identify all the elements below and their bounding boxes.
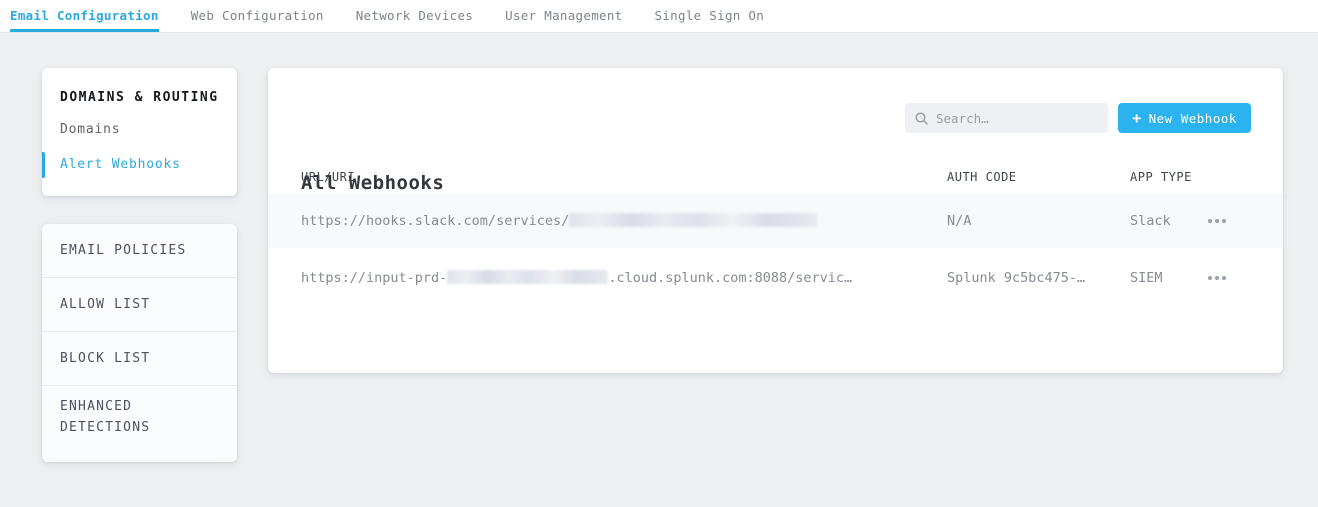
table-row: https://hooks.slack.com/services/N/A Slac… [268,194,1283,248]
tab-user-management[interactable]: User Management [505,0,622,32]
sidebar-item-label: ALLOW LIST [60,294,150,315]
sidebar-sections-card: EMAIL POLICIES ALLOW LIST BLOCK LIST ENHANC… [42,224,237,462]
search-box[interactable] [905,103,1108,133]
redacted-blur-block [447,270,608,284]
search-input[interactable] [936,111,1098,126]
auth-code: Splunk 9c5bc475-… [947,270,1085,286]
row-actions-menu-icon[interactable] [1204,213,1230,229]
sidebar-item-block-list[interactable]: BLOCK LIST [42,332,237,386]
sidebar-item-alert-webhooks[interactable]: Alert Webhooks [60,155,219,175]
sidebar-item-allow-list[interactable]: ALLOW LIST [42,278,237,332]
sidebar-item-label: ENHANCED DETECTIONS [60,396,190,438]
screen: Email Configuration Web Configuration Netw… [0,0,1318,507]
tab-single-sign-on[interactable]: Single Sign On [655,0,765,32]
plus-icon: + [1132,111,1142,126]
column-header-url: URL/URI [301,170,355,184]
url-text: https://hooks.slack.com/services/ [301,213,569,229]
new-webhook-button[interactable]: + New Webhook [1118,103,1251,133]
tab-network-devices[interactable]: Network Devices [356,0,473,32]
table-row: https://input-prd- .cloud.splunk.com:8088… [268,248,1283,307]
table-header: URL/URI AUTH CODE APP TYPE [268,170,1283,194]
tab-web-configuration[interactable]: Web Configuration [191,0,324,32]
search-icon [915,112,928,125]
new-webhook-label: New Webhook [1149,111,1237,126]
webhook-url: https://input-prd- .cloud.splunk.com:8088… [301,270,852,286]
sidebar-item-email-policies[interactable]: EMAIL POLICIES [42,224,237,278]
auth-code: N/A [947,213,971,229]
sidebar-item-label: BLOCK LIST [60,348,150,369]
tab-email-configuration[interactable]: Email Configuration [10,0,159,32]
sidebar-item-domains[interactable]: Domains [60,120,219,140]
column-header-app: APP TYPE [1130,170,1192,184]
domains-routing-heading: DOMAINS & ROUTING [60,90,219,105]
url-text: https://input-prd- [301,270,447,286]
active-indicator-bar [42,152,45,178]
row-actions-menu-icon[interactable] [1204,270,1230,286]
top-navigation: Email Configuration Web Configuration Netw… [0,0,1318,33]
sidebar-domains-routing-card: DOMAINS & ROUTING Domains Alert Webhooks [42,68,237,196]
app-type: Slack [1130,213,1171,229]
webhook-url: https://hooks.slack.com/services/ [301,213,817,229]
column-header-auth: AUTH CODE [947,170,1017,184]
sidebar-item-label: EMAIL POLICIES [60,240,186,261]
sidebar-item-enhanced-detections[interactable]: ENHANCED DETECTIONS [42,386,237,448]
url-text: .cloud.splunk.com:8088/servic… [608,270,852,286]
app-type: SIEM [1130,270,1163,286]
redacted-blur-block [569,213,817,227]
webhooks-panel: All Webhooks + New Webhook URL/URI AUTH … [268,68,1283,373]
